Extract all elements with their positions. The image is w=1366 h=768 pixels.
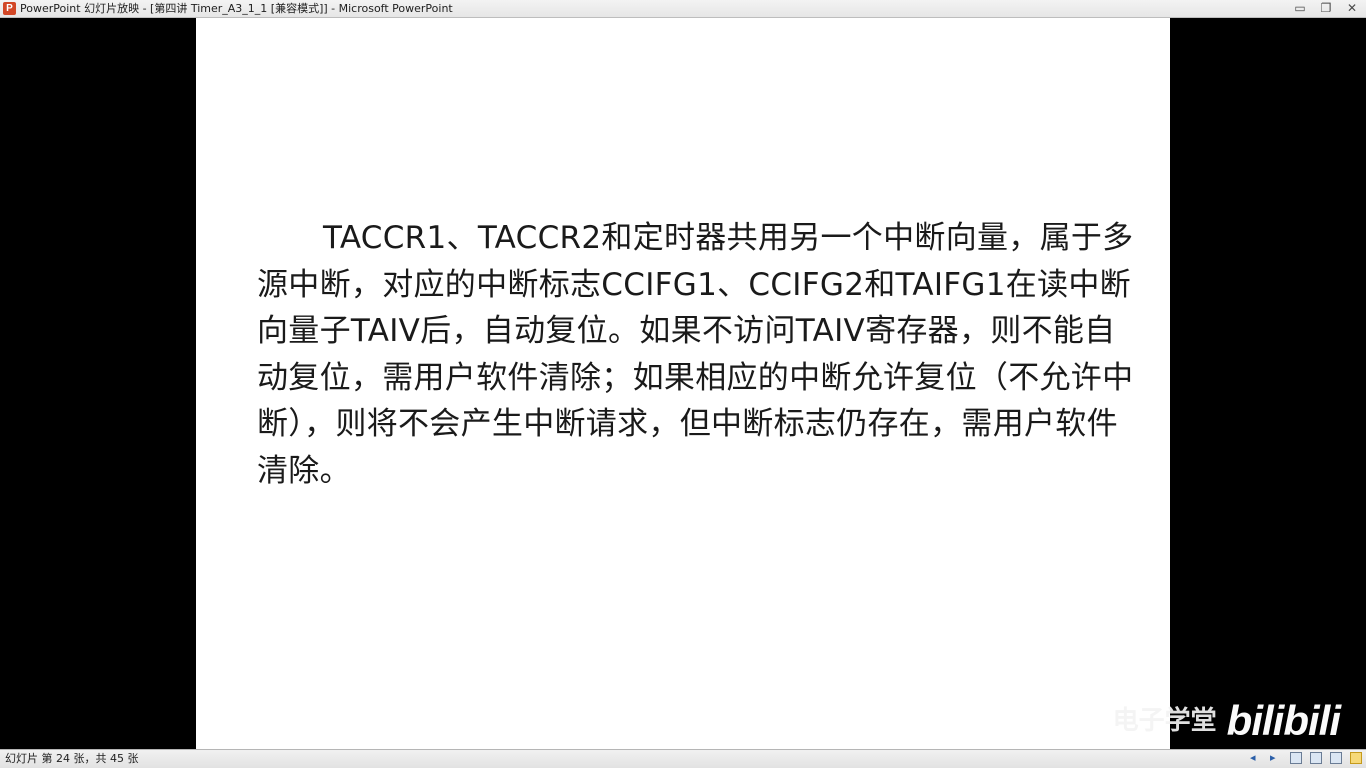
status-bar: 幻灯片 第 24 张，共 45 张 ◂ ▸ xyxy=(0,749,1366,768)
slideshow-icon[interactable] xyxy=(1350,752,1362,764)
bilibili-logo: bilibili xyxy=(1226,697,1341,744)
next-slide-icon[interactable]: ▸ xyxy=(1270,752,1282,764)
watermark-channel-name: 电子学堂 xyxy=(1112,706,1217,736)
view-controls: ◂ ▸ xyxy=(1250,752,1362,766)
reading-view-icon[interactable] xyxy=(1330,752,1342,764)
slide-counter: 幻灯片 第 24 张，共 45 张 xyxy=(5,752,139,765)
previous-slide-icon[interactable]: ◂ xyxy=(1250,752,1262,764)
minimize-button[interactable]: ▭ xyxy=(1292,1,1308,16)
window-title: PowerPoint 幻灯片放映 - [第四讲 Timer_A3_1_1 [兼容… xyxy=(20,2,453,15)
powerpoint-icon[interactable]: P xyxy=(3,2,16,15)
close-button[interactable]: ✕ xyxy=(1344,1,1360,16)
restore-button[interactable]: ❐ xyxy=(1318,1,1334,16)
slide-body-text: TACCR1、TACCR2和定时器共用另一个中断向量，属于多源中断，对应的中断标… xyxy=(257,220,1134,489)
bilibili-watermark: 电子学堂 bilibili xyxy=(1112,696,1341,746)
normal-view-icon[interactable] xyxy=(1290,752,1302,764)
window-controls: ▭ ❐ ✕ xyxy=(1292,1,1360,17)
title-bar: P PowerPoint 幻灯片放映 - [第四讲 Timer_A3_1_1 [… xyxy=(0,0,1366,18)
slide-sorter-icon[interactable] xyxy=(1310,752,1322,764)
slide-canvas[interactable]: TACCR1、TACCR2和定时器共用另一个中断向量，属于多源中断，对应的中断标… xyxy=(196,18,1170,749)
